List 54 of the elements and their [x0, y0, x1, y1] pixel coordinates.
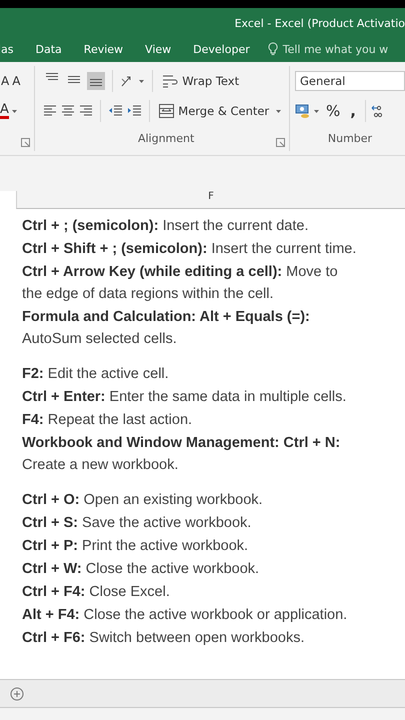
shortcut-text: Ctrl + ; (semicolon): Insert the current date. — [22, 217, 310, 236]
caret-icon — [275, 107, 282, 115]
shrink-font-button[interactable]: A — [12, 74, 20, 88]
increase-indent-icon — [127, 104, 142, 118]
increase-decimal-icon — [370, 104, 382, 118]
align-lines-icon — [67, 76, 82, 82]
ribbon-tab[interactable]: Review — [72, 42, 134, 56]
decrease-indent-icon — [108, 104, 124, 118]
shortcut-text: Ctrl + O: Open an existing workbook. — [22, 491, 264, 510]
dialog-launcher-icon — [21, 138, 30, 147]
align-lines-icon — [45, 72, 60, 80]
tell-me-text[interactable]: Tell me what you w — [282, 42, 388, 56]
ribbon-tab[interactable]: View — [134, 42, 182, 56]
shortcut-text: Ctrl + Arrow Key (while editing a cell): Move to the edge of data regions within the cell. — [22, 263, 339, 304]
align-right-icon — [79, 104, 94, 118]
shortcut-text: Workbook and Window Management: Ctrl + N: Create a new workbook. — [22, 434, 342, 475]
currency-icon — [295, 104, 311, 118]
group-label: Number — [328, 132, 372, 145]
number-format-field[interactable]: General — [295, 71, 405, 91]
column-header[interactable]: F — [16, 191, 405, 209]
wrap-text-icon — [162, 74, 178, 88]
lightbulb-icon — [266, 42, 279, 56]
shortcut-text: Formula and Calculation: Alt + Equals (=): AutoSum selected cells. — [22, 308, 311, 349]
shortcut-text: F2: Edit the active cell. — [22, 365, 170, 384]
shortcut-text: Alt + F4: Close the active workbook or application. — [22, 606, 348, 625]
grow-font-button[interactable]: A — [1, 74, 10, 88]
merge-center-button[interactable]: Merge & Center — [157, 104, 272, 118]
percent-style-button[interactable]: % — [322, 102, 344, 120]
ribbon-tab[interactable]: Data — [24, 42, 73, 56]
shortcut-text: Ctrl + Shift + ; (semicolon): Insert the current time. — [22, 240, 358, 259]
comma-style-button[interactable]: , — [346, 102, 360, 120]
add-sheet-button[interactable] — [10, 686, 24, 700]
ribbon-tab[interactable]: las — [0, 42, 25, 56]
align-lines-icon — [89, 78, 104, 86]
shortcut-text: Ctrl + P: Print the active workbook. — [22, 537, 250, 556]
group-label: Alignment — [138, 132, 194, 145]
align-center-icon — [61, 104, 76, 118]
window-title: Excel - Excel (Product Activatio — [234, 16, 405, 30]
shortcut-text: Ctrl + W: Close the active workbook. — [22, 560, 260, 579]
shortcut-text: Ctrl + F6: Switch between open workbooks. — [22, 629, 306, 648]
merge-cells-icon — [159, 104, 174, 118]
caret-icon — [10, 107, 18, 115]
shortcut-text: F4: Repeat the last action. — [22, 411, 194, 430]
caret-icon — [313, 107, 320, 115]
shortcut-text: Ctrl + F4: Close Excel. — [22, 583, 171, 602]
shortcut-text: Ctrl + Enter: Enter the same data in multiple cells. — [22, 388, 348, 407]
ribbon-tab[interactable]: Developer — [182, 42, 261, 56]
shortcut-text: Ctrl + S: Save the active workbook. — [22, 514, 252, 533]
caret-icon — [138, 77, 146, 85]
wrap-text-button[interactable]: Wrap Text — [160, 74, 242, 88]
vertical-align-button[interactable] — [87, 72, 106, 90]
align-left-icon — [43, 104, 58, 118]
font-color-button[interactable]: A — [0, 103, 9, 119]
dialog-launcher-icon — [276, 138, 285, 147]
